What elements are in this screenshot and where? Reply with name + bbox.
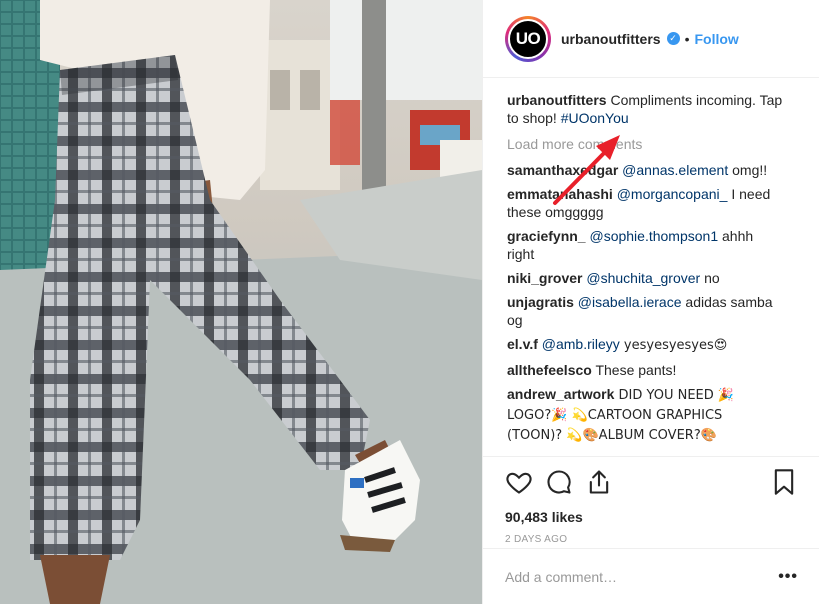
likes-count[interactable]: 90,483 likes xyxy=(505,509,798,525)
post-header: UO urbanoutfitters ✓ • Follow xyxy=(483,0,819,78)
action-bar xyxy=(505,467,798,497)
comment-username[interactable]: el.v.f xyxy=(507,336,538,352)
comment-text: no xyxy=(700,270,720,286)
add-comment-input[interactable] xyxy=(505,568,779,585)
street-scene-image xyxy=(0,0,482,604)
comment-icon[interactable] xyxy=(545,468,573,496)
comments-list[interactable]: urbanoutfitters Compliments incoming. Ta… xyxy=(507,91,797,455)
avatar[interactable]: UO xyxy=(505,15,551,62)
comment-username[interactable]: unjagratis xyxy=(507,294,574,310)
comment-text: These pants! xyxy=(591,362,677,378)
comment-item: unjagratis @isabella.ierace adidas samba… xyxy=(507,293,797,329)
caption-username[interactable]: urbanoutfitters xyxy=(507,92,607,108)
separator-dot: • xyxy=(684,30,690,47)
bookmark-icon[interactable] xyxy=(770,468,798,496)
comment-item: niki_grover @shuchita_grover no xyxy=(507,269,797,287)
comment-item: andrew_artwork DID YOU NEED 🎉 LOGO?🎉 💫CA… xyxy=(507,385,797,445)
follow-button[interactable]: Follow xyxy=(694,31,738,47)
avatar-logo: UO xyxy=(508,18,548,59)
load-more-comments-button[interactable]: Load more comments xyxy=(507,135,797,153)
comment-text: yesyesyesyes😍 xyxy=(619,338,728,353)
verified-badge-icon: ✓ xyxy=(666,32,680,45)
post-caption: urbanoutfitters Compliments incoming. Ta… xyxy=(507,91,797,127)
comment-username[interactable]: graciefynn_ xyxy=(507,228,586,244)
add-comment-bar: ••• xyxy=(483,548,819,604)
post-username[interactable]: urbanoutfitters xyxy=(561,31,661,47)
comment-mention[interactable]: @morgancopani_ xyxy=(617,186,728,202)
heart-icon[interactable] xyxy=(505,468,533,496)
comment-item: samanthaxedgar @annas.element omg!! xyxy=(507,161,797,179)
share-icon[interactable] xyxy=(585,468,613,496)
comment-mention[interactable]: @amb.rileyy xyxy=(542,336,620,352)
comment-mention[interactable]: @isabella.ierace xyxy=(578,294,682,310)
comment-username[interactable]: emmatanahashi xyxy=(507,186,613,202)
comment-username[interactable]: andrew_artwork xyxy=(507,386,614,402)
comment-item: el.v.f @amb.rileyy yesyesyesyes😍 xyxy=(507,335,797,355)
post-timestamp[interactable]: 2 DAYS AGO xyxy=(505,534,798,545)
comment-mention[interactable]: @annas.element xyxy=(622,162,728,178)
more-options-icon[interactable]: ••• xyxy=(778,568,798,586)
comment-item: graciefynn_ @sophie.thompson1 ahhh right xyxy=(507,227,797,263)
post-details-panel: UO urbanoutfitters ✓ • Follow urbanoutfi… xyxy=(482,0,819,604)
comment-mention[interactable]: @sophie.thompson1 xyxy=(589,228,718,244)
comment-mention[interactable]: @shuchita_grover xyxy=(586,270,700,286)
comment-text: omg!! xyxy=(728,162,768,178)
caption-hashtag[interactable]: #UOonYou xyxy=(561,110,629,126)
comment-username[interactable]: niki_grover xyxy=(507,270,582,286)
post-photo[interactable] xyxy=(0,0,482,604)
comment-item: allthefeelsco These pants! xyxy=(507,361,797,379)
comment-username[interactable]: samanthaxedgar xyxy=(507,162,618,178)
comment-username[interactable]: allthefeelsco xyxy=(507,362,592,378)
comment-item: emmatanahashi @morgancopani_ I need thes… xyxy=(507,185,797,221)
post-actions: 90,483 likes 2 DAYS AGO xyxy=(483,456,819,550)
